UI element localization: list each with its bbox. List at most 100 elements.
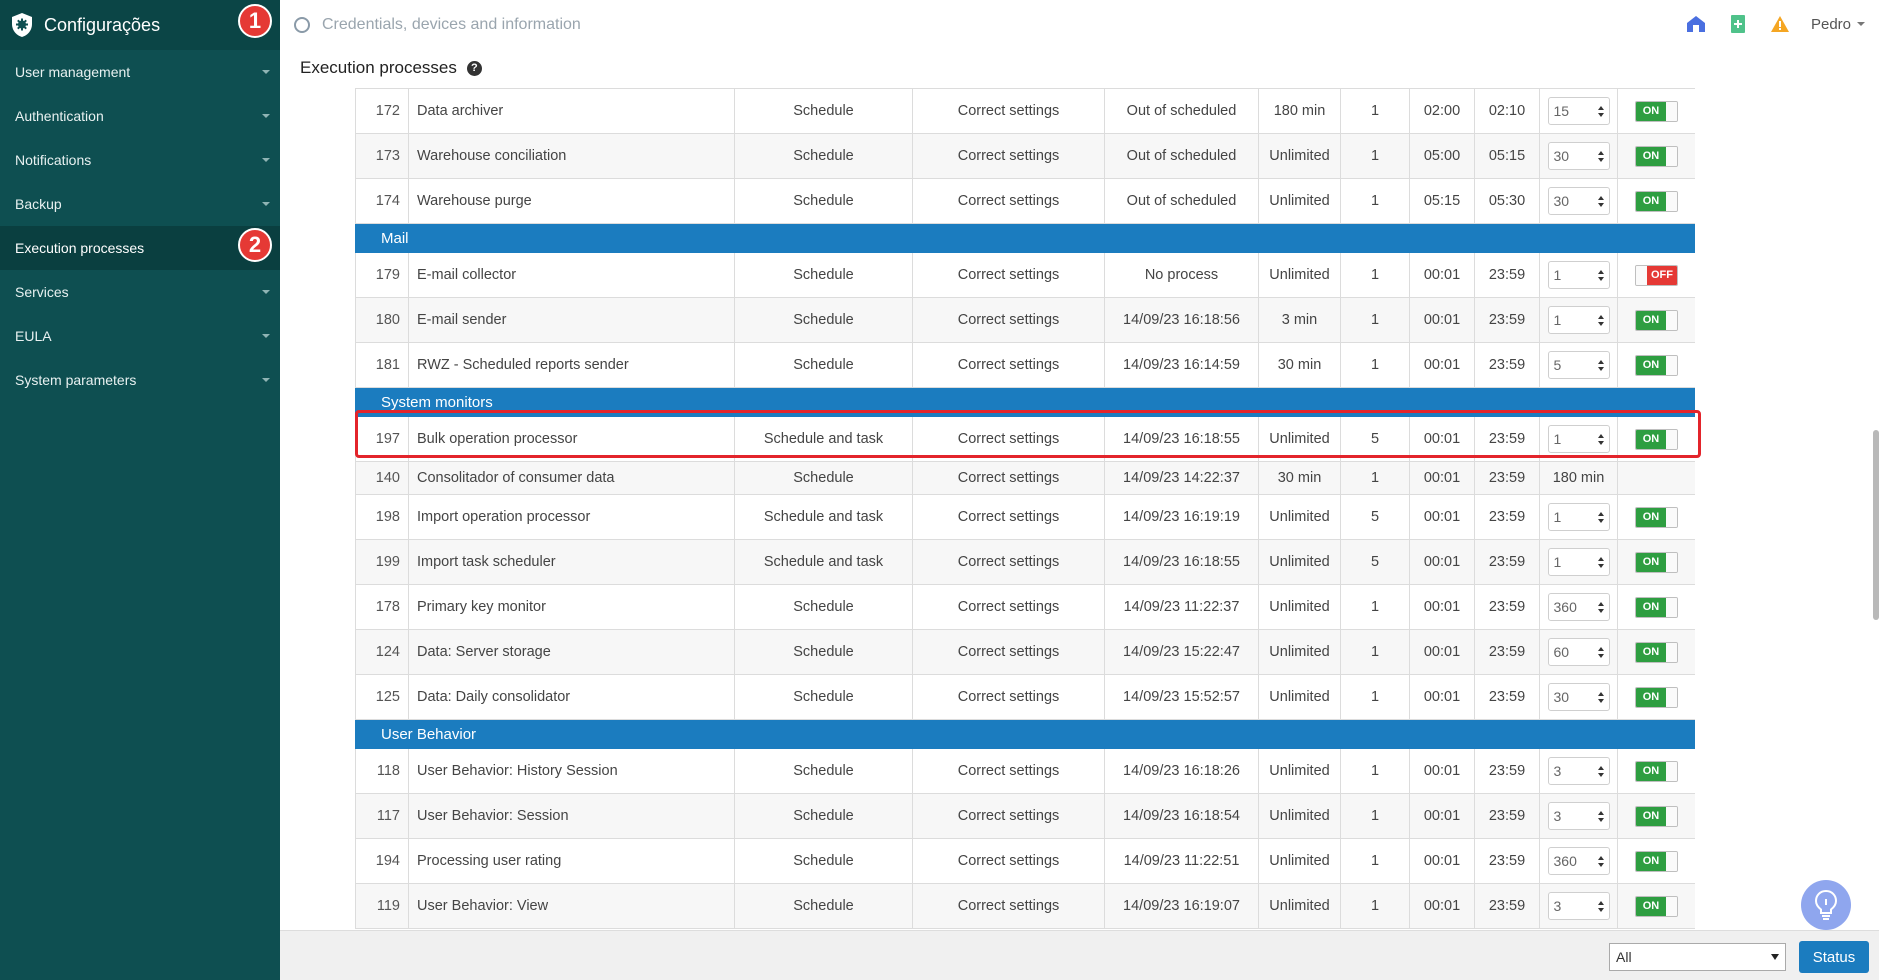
spinner-arrows-icon[interactable] — [1597, 646, 1604, 658]
add-document-icon[interactable] — [1727, 13, 1749, 35]
user-menu[interactable]: Pedro — [1811, 16, 1865, 33]
process-id: 140 — [355, 461, 409, 495]
threads: 1 — [1340, 297, 1410, 343]
enable-toggle[interactable]: ON — [1635, 895, 1678, 917]
scrollbar[interactable] — [1873, 430, 1879, 620]
interval-stepper[interactable]: 30 — [1547, 683, 1610, 711]
enable-toggle[interactable]: ON — [1635, 100, 1678, 122]
sidebar-item-notifications[interactable]: Notifications — [0, 138, 280, 182]
enable-toggle[interactable]: ON — [1635, 190, 1678, 212]
sidebar-item-backup[interactable]: Backup — [0, 182, 280, 226]
table-row[interactable]: 173 Warehouse conciliation Schedule Correct… — [355, 133, 1695, 179]
table-row[interactable]: 197 Bulk operation processor Schedule and … — [355, 416, 1695, 462]
start-time: 00:01 — [1409, 883, 1475, 929]
table-row[interactable]: 117 User Behavior: Session Schedule Correct… — [355, 793, 1695, 839]
table-row[interactable]: 178 Primary key monitor Schedule Correct se… — [355, 584, 1695, 630]
interval-stepper[interactable]: 3 — [1547, 757, 1610, 785]
enable-toggle[interactable]: ON — [1635, 805, 1678, 827]
table-row[interactable]: 124 Data: Server storage Schedule Correct s… — [355, 629, 1695, 675]
interval-stepper[interactable]: 3 — [1547, 892, 1610, 920]
interval-stepper[interactable]: 30 — [1547, 142, 1610, 170]
filter-select[interactable]: All — [1609, 943, 1786, 971]
enable-toggle[interactable]: ON — [1635, 850, 1678, 872]
table-row[interactable]: 125 Data: Daily consolidator Schedule Corre… — [355, 674, 1695, 720]
interval-stepper[interactable]: 1 — [1547, 548, 1610, 576]
interval-stepper[interactable]: 1 — [1547, 306, 1610, 334]
process-status: Correct settings — [912, 133, 1105, 179]
spinner-arrows-icon[interactable] — [1597, 269, 1604, 281]
spinner-arrows-icon[interactable] — [1597, 691, 1604, 703]
enable-toggle[interactable]: ON — [1635, 760, 1678, 782]
table-row[interactable]: 179 E-mail collector Schedule Correct setti… — [355, 252, 1695, 298]
table-row[interactable]: 140 Consolitador of consumer data Schedule… — [355, 461, 1695, 495]
toggle-cell: ON — [1617, 883, 1695, 929]
enable-toggle[interactable]: ON — [1635, 145, 1678, 167]
topbar: Pedro — [280, 0, 1879, 50]
enable-toggle[interactable]: ON — [1635, 309, 1678, 331]
enable-toggle[interactable]: ON — [1635, 506, 1678, 528]
spinner-arrows-icon[interactable] — [1597, 314, 1604, 326]
interval-stepper[interactable]: 5 — [1547, 351, 1610, 379]
table-row[interactable]: 118 User Behavior: History Session Schedul… — [355, 748, 1695, 794]
interval-stepper[interactable]: 15 — [1547, 97, 1610, 125]
enable-toggle[interactable]: OFF — [1635, 264, 1678, 286]
spinner-arrows-icon[interactable] — [1597, 556, 1604, 568]
spinner-arrows-icon[interactable] — [1597, 511, 1604, 523]
interval-stepper[interactable]: 360 — [1547, 847, 1610, 875]
table-row[interactable]: 180 E-mail sender Schedule Correct settings… — [355, 297, 1695, 343]
end-time: 23:59 — [1474, 674, 1540, 720]
end-time: 23:59 — [1474, 461, 1540, 495]
table-row[interactable]: 172 Data archiver Schedule Correct settings… — [355, 88, 1695, 134]
home-icon[interactable] — [1685, 13, 1707, 35]
sidebar-item-eula[interactable]: EULA — [0, 314, 280, 358]
toggle-knob — [1666, 806, 1677, 826]
table-row[interactable]: 119 User Behavior: View Schedule Correct se… — [355, 883, 1695, 929]
table-row[interactable]: 194 Processing user rating Schedule Correct… — [355, 838, 1695, 884]
spinner-arrows-icon[interactable] — [1597, 601, 1604, 613]
last-execution: 14/09/23 16:18:26 — [1104, 748, 1259, 794]
status-button[interactable]: Status — [1799, 941, 1869, 973]
table-row[interactable]: 198 Import operation processor Schedule an… — [355, 494, 1695, 540]
process-status: Correct settings — [912, 748, 1105, 794]
enable-toggle[interactable]: ON — [1635, 551, 1678, 573]
spinner-arrows-icon[interactable] — [1597, 433, 1604, 445]
sidebar-item-authentication[interactable]: Authentication — [0, 94, 280, 138]
spinner-arrows-icon[interactable] — [1597, 105, 1604, 117]
enable-toggle[interactable]: ON — [1635, 641, 1678, 663]
enable-toggle[interactable]: ON — [1635, 686, 1678, 708]
spinner-arrows-icon[interactable] — [1597, 900, 1604, 912]
interval-stepper[interactable]: 30 — [1547, 187, 1610, 215]
interval-stepper[interactable]: 1 — [1547, 425, 1610, 453]
help-icon[interactable]: ? — [466, 60, 482, 76]
lightbulb-help-button[interactable] — [1801, 880, 1851, 930]
enable-toggle[interactable]: ON — [1635, 596, 1678, 618]
sidebar-item-services[interactable]: Services — [0, 270, 280, 314]
interval-stepper[interactable]: 1 — [1547, 503, 1610, 531]
enable-toggle[interactable]: ON — [1635, 428, 1678, 450]
threads: 1 — [1340, 178, 1410, 224]
sidebar-item-system-parameters[interactable]: System parameters — [0, 358, 280, 402]
warning-icon[interactable] — [1769, 13, 1791, 35]
interval-stepper[interactable]: 60 — [1547, 638, 1610, 666]
spinner-arrows-icon[interactable] — [1597, 359, 1604, 371]
process-status: Correct settings — [912, 342, 1105, 388]
interval-stepper[interactable]: 360 — [1547, 593, 1610, 621]
search-input[interactable] — [322, 16, 922, 34]
last-execution: 14/09/23 15:52:57 — [1104, 674, 1259, 720]
toggle-cell — [1617, 461, 1695, 495]
interval-stepper[interactable]: 1 — [1547, 261, 1610, 289]
spinner-arrows-icon[interactable] — [1597, 765, 1604, 777]
spinner-arrows-icon[interactable] — [1597, 195, 1604, 207]
spinner-arrows-icon[interactable] — [1597, 855, 1604, 867]
toggle-knob — [1666, 552, 1677, 572]
table-row[interactable]: 181 RWZ - Scheduled reports sender Schedul… — [355, 342, 1695, 388]
spinner-arrows-icon[interactable] — [1597, 150, 1604, 162]
timeout: Unlimited — [1258, 416, 1341, 462]
end-time: 02:10 — [1474, 88, 1540, 134]
sidebar-item-user-management[interactable]: User management — [0, 50, 280, 94]
interval-stepper[interactable]: 3 — [1547, 802, 1610, 830]
spinner-arrows-icon[interactable] — [1597, 810, 1604, 822]
enable-toggle[interactable]: ON — [1635, 354, 1678, 376]
table-row[interactable]: 199 Import task scheduler Schedule and tas… — [355, 539, 1695, 585]
table-row[interactable]: 174 Warehouse purge Schedule Correct settin… — [355, 178, 1695, 224]
